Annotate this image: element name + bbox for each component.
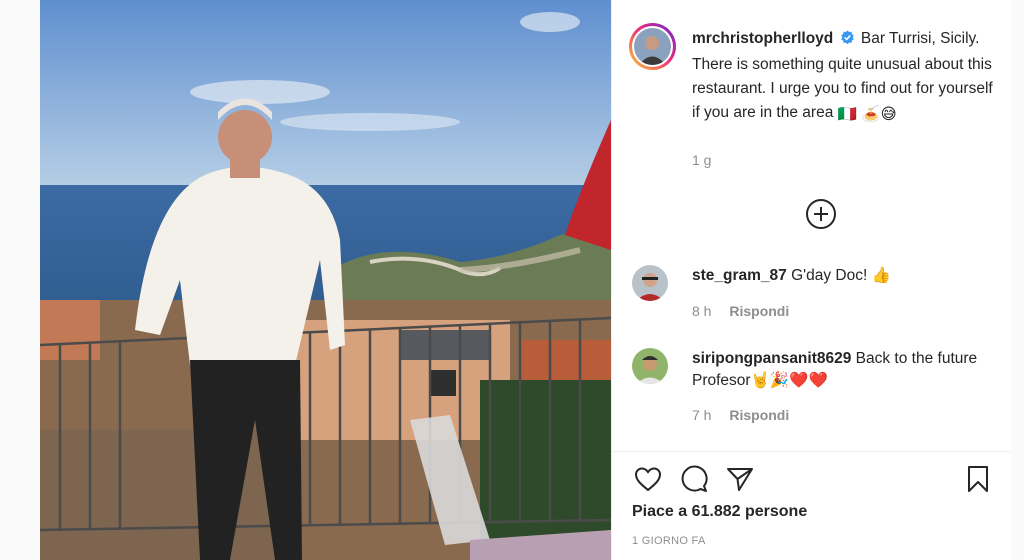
post-date[interactable]: 1 GIORNO FA xyxy=(632,535,706,547)
action-bar xyxy=(632,461,994,497)
plus-circle-icon[interactable] xyxy=(806,199,836,229)
comment-meta: 7 h Rispondi xyxy=(692,407,789,423)
share-button[interactable] xyxy=(724,461,756,497)
comment-bubble-icon xyxy=(681,465,708,492)
post-photo-image xyxy=(40,0,611,560)
post-photo[interactable] xyxy=(40,0,611,560)
comment-item: siripongpansanit8629 Back to the future … xyxy=(692,348,992,392)
author-avatar[interactable] xyxy=(629,23,676,70)
like-button[interactable] xyxy=(632,461,664,497)
author-username[interactable]: mrchristopherlloyd xyxy=(692,30,833,47)
post-container: mrchristopherlloyd Bar Turrisi, Sicily. … xyxy=(40,0,1011,560)
author-avatar-image xyxy=(634,28,671,65)
comment-time: 7 h xyxy=(692,407,712,423)
actions-divider xyxy=(612,451,1011,452)
likes-count[interactable]: Piace a 61.882 persone xyxy=(632,503,807,521)
comment-text: G'day Doc! 👍 xyxy=(791,267,891,284)
paper-plane-icon xyxy=(727,468,753,491)
bookmark-icon xyxy=(968,466,988,492)
save-button[interactable] xyxy=(962,461,994,497)
comment-avatar-image xyxy=(632,265,668,301)
reply-button[interactable]: Rispondi xyxy=(729,407,789,423)
verified-badge-icon xyxy=(840,29,855,53)
heart-icon xyxy=(634,467,662,492)
post-time-ago: 1 g xyxy=(692,152,712,168)
comment-button[interactable] xyxy=(678,461,710,497)
comment-avatar-image xyxy=(632,348,668,384)
reply-button[interactable]: Rispondi xyxy=(729,303,789,319)
comment-avatar[interactable] xyxy=(632,265,668,301)
comment-meta: 8 h Rispondi xyxy=(692,303,789,319)
post-sidebar: mrchristopherlloyd Bar Turrisi, Sicily. … xyxy=(611,0,1011,560)
comment-item: ste_gram_87 G'day Doc! 👍 xyxy=(692,265,992,287)
comment-username[interactable]: siripongpansanit8629 xyxy=(692,350,851,367)
caption-emojis: 🇮🇹 🍝😅 xyxy=(837,106,897,123)
comment-time: 8 h xyxy=(692,303,712,319)
post-caption: mrchristopherlloyd Bar Turrisi, Sicily. … xyxy=(692,27,997,127)
comment-username[interactable]: ste_gram_87 xyxy=(692,267,787,284)
comment-avatar[interactable] xyxy=(632,348,668,384)
